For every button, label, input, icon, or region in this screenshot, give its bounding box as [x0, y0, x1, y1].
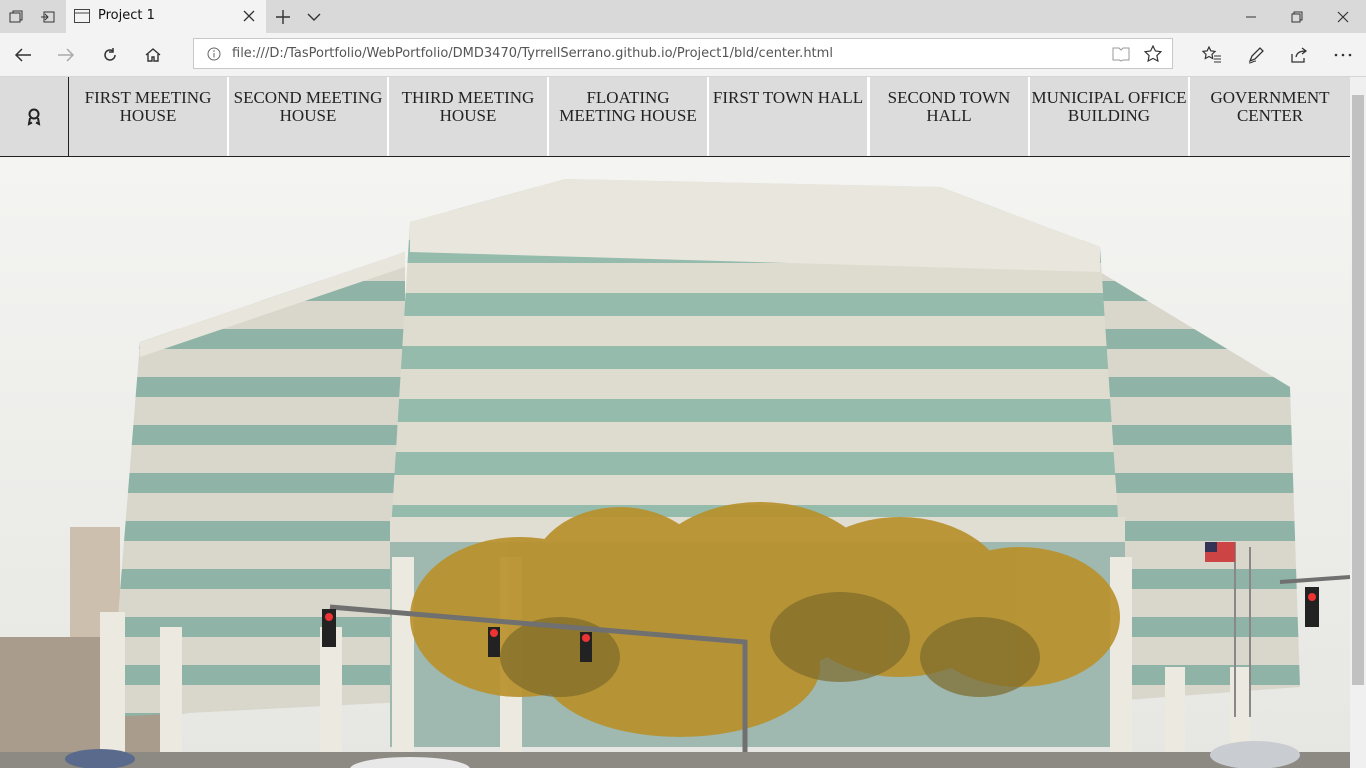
- pen-icon: [1248, 47, 1264, 64]
- minimize-button[interactable]: [1228, 0, 1274, 33]
- award-icon: [27, 108, 41, 126]
- tabs-aside-icon: [41, 11, 55, 22]
- restore-button[interactable]: [1274, 0, 1320, 33]
- favorite-star-icon[interactable]: [1144, 45, 1162, 63]
- share-button[interactable]: [1279, 37, 1319, 73]
- more-button[interactable]: [1323, 37, 1363, 73]
- more-dots-icon: [1334, 53, 1352, 57]
- refresh-icon: [104, 48, 116, 61]
- nav-municipal-office-building[interactable]: MUNICIPAL OFFICE BUILDING: [1030, 77, 1189, 156]
- share-icon: [1291, 47, 1308, 63]
- favorites-hub-button[interactable]: [1192, 37, 1232, 73]
- site-logo[interactable]: [0, 77, 69, 156]
- vertical-scrollbar[interactable]: [1350, 77, 1366, 768]
- tab-active[interactable]: Project 1: [66, 0, 266, 33]
- arrow-left-icon: [14, 48, 31, 62]
- reading-view-icon[interactable]: [1112, 46, 1130, 62]
- back-button[interactable]: [3, 37, 43, 73]
- plus-icon: [276, 9, 290, 24]
- tab-strip: Project 1: [0, 0, 1366, 33]
- nav-government-center[interactable]: GOVERNMENT CENTER: [1190, 77, 1350, 156]
- home-button[interactable]: [133, 37, 173, 73]
- government-center-photo: [0, 157, 1350, 768]
- page-icon: [74, 9, 90, 23]
- forward-button[interactable]: [46, 37, 86, 73]
- close-icon: [1337, 11, 1349, 22]
- restore-icon: [1291, 11, 1303, 22]
- url-text: file:///D:/TasPortfolio/WebPortfolio/DMD…: [232, 46, 833, 61]
- site-navigation: FIRST MEETING HOUSE SECOND MEETING HOUSE…: [0, 77, 1350, 157]
- nav-second-town-hall[interactable]: SECOND TOWN HALL: [870, 77, 1029, 156]
- address-bar[interactable]: file:///D:/TasPortfolio/WebPortfolio/DMD…: [193, 38, 1173, 69]
- nav-second-meeting-house[interactable]: SECOND MEETING HOUSE: [229, 77, 388, 156]
- close-tab-icon[interactable]: [243, 10, 255, 22]
- new-tab-button[interactable]: [267, 0, 299, 33]
- info-icon: [207, 47, 221, 61]
- chevron-down-icon: [307, 13, 321, 21]
- web-note-button[interactable]: [1236, 37, 1276, 73]
- refresh-button[interactable]: [90, 37, 130, 73]
- nav-first-town-hall[interactable]: FIRST TOWN HALL: [709, 77, 868, 156]
- web-page: FIRST MEETING HOUSE SECOND MEETING HOUSE…: [0, 77, 1350, 768]
- close-window-button[interactable]: [1320, 0, 1366, 33]
- home-icon: [145, 48, 161, 62]
- scrollbar-thumb[interactable]: [1352, 95, 1364, 685]
- arrow-right-icon: [58, 48, 75, 62]
- nav-floating-meeting-house[interactable]: FLOATING MEETING HOUSE: [549, 77, 708, 156]
- tab-manager-button[interactable]: [0, 0, 32, 33]
- browser-toolbar: file:///D:/TasPortfolio/WebPortfolio/DMD…: [0, 33, 1366, 77]
- set-tabs-aside-button[interactable]: [32, 0, 64, 33]
- tab-preview-button[interactable]: [298, 0, 330, 33]
- nav-first-meeting-house[interactable]: FIRST MEETING HOUSE: [69, 77, 228, 156]
- nav-third-meeting-house[interactable]: THIRD MEETING HOUSE: [389, 77, 548, 156]
- tab-title: Project 1: [98, 8, 155, 23]
- tabs-icon: [9, 10, 23, 22]
- favorites-list-icon: [1202, 46, 1221, 63]
- minimize-icon: [1246, 16, 1256, 17]
